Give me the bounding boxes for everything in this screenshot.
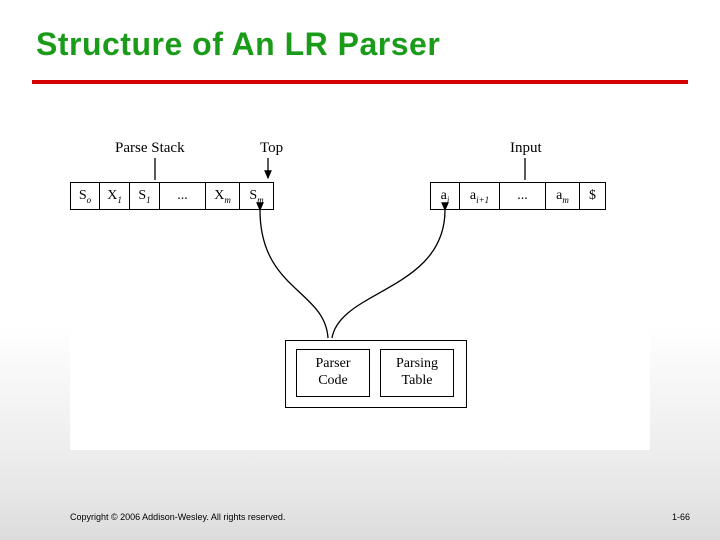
input-label: Input (510, 140, 542, 157)
stack-cell: Sm (240, 183, 274, 209)
stack-cell: ... (160, 183, 206, 209)
parse-stack-label: Parse Stack (115, 140, 185, 157)
top-label: Top (260, 140, 283, 157)
page-number: 1-66 (672, 512, 690, 522)
input-strip: ai ai+1 ... am $ (430, 182, 606, 210)
parse-stack-strip: So X1 S1 ... Xm Sm (70, 182, 274, 210)
input-cell: ai (430, 183, 460, 209)
input-cell: am (546, 183, 580, 209)
copyright-text: Copyright © 2006 Addison-Wesley. All rig… (70, 512, 285, 522)
parsing-table-box: Parsing Table (380, 349, 454, 397)
slide-title: Structure of An LR Parser (36, 26, 440, 63)
stack-cell: Xm (206, 183, 240, 209)
input-cell: $ (580, 183, 606, 209)
title-underline (32, 80, 688, 84)
stack-cell: X1 (100, 183, 130, 209)
parser-code-box: Parser Code (296, 349, 370, 397)
stack-cell: S1 (130, 183, 160, 209)
parser-boxes-container: Parser Code Parsing Table (285, 340, 467, 408)
stack-cell: So (70, 183, 100, 209)
input-cell: ai+1 (460, 183, 500, 209)
input-cell: ... (500, 183, 546, 209)
diagram-area: Parse Stack Top Input So X1 S1 ... Xm Sm… (70, 140, 650, 450)
